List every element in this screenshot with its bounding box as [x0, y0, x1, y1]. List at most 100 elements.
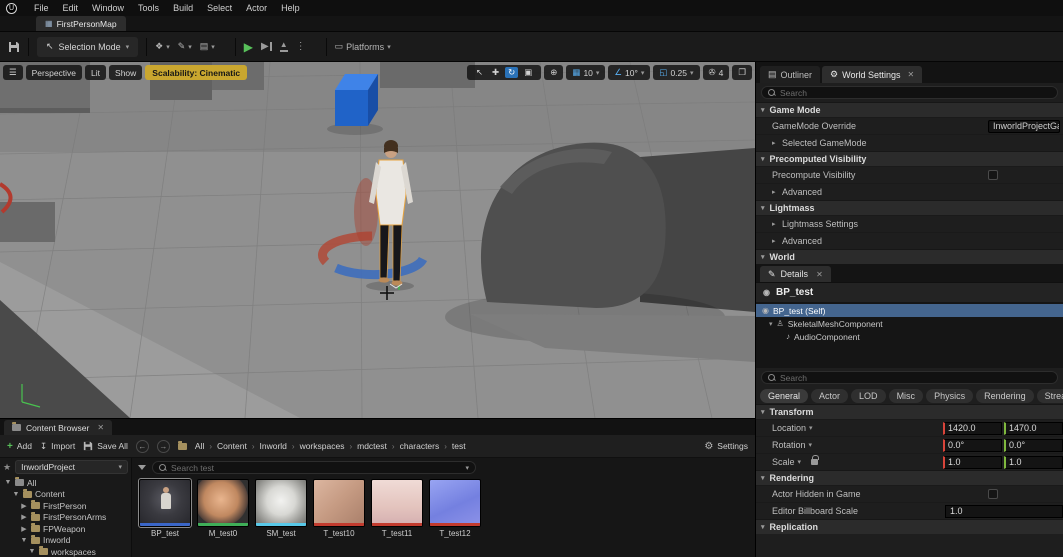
category-misc[interactable]: Misc	[888, 388, 924, 403]
lit-button[interactable]: Lit	[85, 65, 107, 80]
menu-tools[interactable]: Tools	[131, 3, 166, 13]
rotation-snap-button[interactable]: ∠ 10° ▾	[608, 65, 651, 80]
source-selector-dropdown[interactable]: InworldProject ▾	[15, 460, 128, 474]
level-viewport[interactable]: ☰ Perspective Lit Show Scalability: Cine…	[0, 62, 755, 418]
rotation-dropdown[interactable]: Rotation ▾	[772, 440, 812, 450]
close-icon[interactable]: ✕	[907, 70, 914, 79]
tab-firstpersonmap[interactable]: ▦ FirstPersonMap	[36, 16, 126, 31]
chevron-down-icon[interactable]: ▾	[465, 464, 469, 472]
lightmass-settings-row[interactable]: ▸ Lightmass Settings	[756, 215, 1063, 232]
scale-tool-icon[interactable]: ▣	[521, 67, 535, 78]
menu-edit[interactable]: Edit	[56, 3, 86, 13]
select-tool-icon[interactable]: ↖	[473, 67, 486, 78]
close-icon[interactable]: ✕	[97, 423, 104, 432]
scale-snap-button[interactable]: ◱ 0.25 ▾	[653, 65, 700, 80]
asset-search-input[interactable]	[171, 462, 462, 473]
asset-item[interactable]: BP_test	[138, 478, 192, 538]
selection-mode-dropdown[interactable]: ↖ Selection Mode ▾	[37, 36, 139, 57]
details-search-box[interactable]	[761, 371, 1058, 384]
world-settings-search-input[interactable]	[780, 87, 1051, 98]
billboard-scale-field[interactable]: 1.0	[945, 504, 1063, 518]
section-world[interactable]: ▾ World	[756, 249, 1063, 264]
perspective-button[interactable]: Perspective	[25, 65, 83, 80]
play-button[interactable]: ▶	[244, 40, 253, 54]
menu-select[interactable]: Select	[200, 3, 239, 13]
filter-icon[interactable]	[138, 465, 146, 470]
breadcrumb-item[interactable]: workspaces	[300, 441, 345, 451]
cinematics-dropdown[interactable]: ▤ ▾	[200, 41, 215, 52]
asset-item[interactable]: SM_test	[255, 479, 307, 538]
menu-window[interactable]: Window	[85, 3, 131, 13]
camera-speed-button[interactable]: ✇ 4	[702, 65, 730, 80]
surface-snap-button[interactable]: ⊕	[544, 65, 564, 80]
breadcrumb-item[interactable]: test	[452, 441, 466, 451]
menu-build[interactable]: Build	[166, 3, 200, 13]
precompute-visibility-checkbox[interactable]	[988, 170, 998, 180]
world-settings-search-box[interactable]	[761, 86, 1058, 99]
tree-item-fpweapon[interactable]: ▶ FPWeapon	[3, 523, 128, 535]
component-row-audio[interactable]: ♪ AudioComponent	[756, 330, 1063, 343]
show-button[interactable]: Show	[109, 65, 143, 80]
rotate-tool-icon[interactable]: ↻	[505, 67, 519, 78]
category-physics[interactable]: Physics	[926, 388, 974, 403]
rotation-x-field[interactable]: 0.0°	[943, 438, 1002, 452]
play-options-button[interactable]: ⋮	[296, 41, 306, 52]
selected-gamemode-row[interactable]: ▸ Selected GameMode	[756, 134, 1063, 151]
section-rendering[interactable]: ▾ Rendering	[756, 470, 1063, 485]
blueprints-dropdown[interactable]: ✎ ▾	[178, 41, 192, 52]
asset-item[interactable]: T_test10	[313, 479, 365, 538]
section-game-mode[interactable]: ▾ Game Mode	[756, 102, 1063, 117]
section-transform[interactable]: ▾ Transform	[756, 404, 1063, 419]
asset-search-box[interactable]: ▾	[152, 461, 476, 474]
scale-dropdown[interactable]: Scale ▾	[772, 457, 801, 467]
tree-item-content[interactable]: ▼ Content	[3, 488, 128, 501]
back-button[interactable]: ←	[135, 439, 149, 453]
viewport-options-button[interactable]: ☰	[3, 65, 23, 80]
breadcrumb-item[interactable]: characters	[400, 441, 440, 451]
category-rendering[interactable]: Rendering	[976, 388, 1034, 403]
tab-content-browser[interactable]: Content Browser ✕	[4, 420, 113, 435]
tree-item-workspaces[interactable]: ▼ workspaces	[3, 546, 128, 557]
component-row-skeletalmesh[interactable]: ▾ ♙ SkeletalMeshComponent	[756, 317, 1063, 330]
advanced-row[interactable]: ▸ Advanced	[756, 232, 1063, 249]
favorites-icon[interactable]: ★	[3, 462, 11, 473]
tree-item-firstpersonarms[interactable]: ▶ FirstPersonArms	[3, 511, 128, 524]
location-x-field[interactable]: 1420.0	[943, 421, 1002, 435]
advanced-row[interactable]: ▸ Advanced	[756, 183, 1063, 200]
category-streaming[interactable]: Streaming	[1036, 388, 1063, 403]
location-y-field[interactable]: 1470.0	[1004, 421, 1063, 435]
tab-details[interactable]: ✎ Details ✕	[760, 266, 831, 282]
save-current-level-button[interactable]	[8, 41, 20, 53]
asset-item[interactable]: M_test0	[197, 479, 249, 538]
scale-lock-icon[interactable]	[811, 455, 820, 465]
tree-item-inworld[interactable]: ▼ Inworld	[3, 534, 128, 547]
launch-button[interactable]: ▲	[279, 41, 288, 52]
section-precomputed-visibility[interactable]: ▾ Precomputed Visibility	[756, 151, 1063, 166]
tree-item-firstperson[interactable]: ▶ FirstPerson	[3, 500, 128, 512]
scale-y-field[interactable]: 1.0	[1004, 455, 1063, 469]
move-tool-icon[interactable]: ✚	[489, 67, 502, 78]
section-replication[interactable]: ▾ Replication	[756, 519, 1063, 534]
menu-help[interactable]: Help	[274, 3, 307, 13]
save-all-button[interactable]: Save All	[83, 441, 128, 451]
category-general[interactable]: General	[760, 388, 809, 403]
breadcrumb-item[interactable]: Inworld	[259, 441, 286, 451]
content-browser-settings-button[interactable]: ⚙ Settings	[704, 441, 748, 452]
rotation-y-field[interactable]: 0.0°	[1004, 438, 1063, 452]
import-button[interactable]: ↧ Import	[40, 441, 75, 452]
breadcrumb-item[interactable]: All	[195, 441, 204, 451]
grid-snap-button[interactable]: ▦ 10 ▾	[566, 65, 606, 80]
category-actor[interactable]: Actor	[811, 388, 849, 403]
platforms-dropdown[interactable]: ▭ Platforms ▾	[335, 41, 391, 52]
section-lightmass[interactable]: ▾ Lightmass	[756, 200, 1063, 215]
breadcrumb-item[interactable]: Content	[217, 441, 247, 451]
scalability-badge[interactable]: Scalability: Cinematic	[145, 65, 248, 80]
actor-hidden-checkbox[interactable]	[988, 489, 998, 499]
add-button[interactable]: + Add	[7, 441, 32, 452]
gamemode-override-field[interactable]: InworldProjectGa	[988, 119, 1060, 133]
component-row-self[interactable]: ◉ BP_test (Self)	[756, 304, 1063, 317]
close-icon[interactable]: ✕	[816, 270, 823, 279]
unreal-logo-icon[interactable]: U	[6, 2, 17, 14]
scale-x-field[interactable]: 1.0	[943, 455, 1002, 469]
forward-button[interactable]: →	[156, 439, 170, 453]
